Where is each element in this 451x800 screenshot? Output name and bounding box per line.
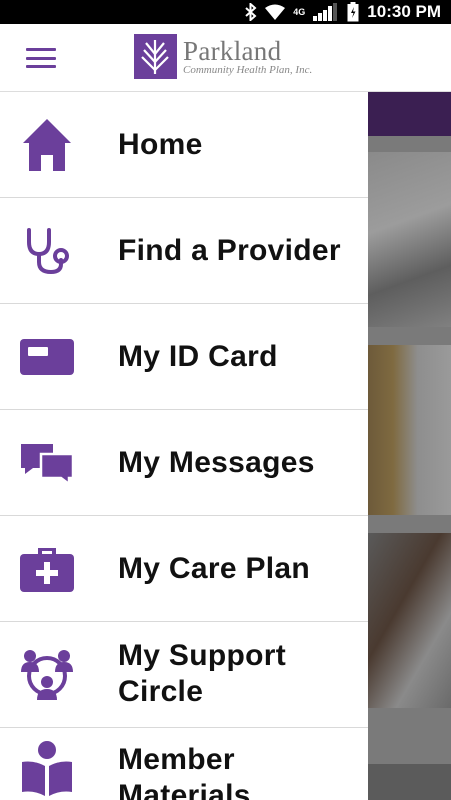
app-header: Parkland Community Health Plan, Inc.: [0, 24, 451, 92]
menu-item-home[interactable]: Home: [0, 92, 368, 198]
book-reader-icon: [18, 739, 76, 797]
status-bar: 4G 10:30 PM: [0, 0, 451, 24]
id-card-icon: [18, 328, 76, 386]
home-icon: [18, 116, 76, 174]
menu-item-label: Home: [118, 127, 203, 161]
background-footer: [368, 764, 451, 800]
menu-item-label: My ID Card: [118, 339, 278, 373]
logo-mark-icon: [134, 34, 177, 79]
background-photo-pharmacy: [368, 345, 451, 515]
wifi-icon: [265, 2, 286, 22]
menu-item-label-line2: Circle: [118, 675, 204, 708]
menu-item-member-materials[interactable]: Member Materials: [0, 728, 368, 800]
network-4g-icon: 4G: [293, 6, 306, 17]
background-photo-doctor: [368, 152, 451, 327]
support-circle-icon: [18, 646, 76, 704]
menu-item-label-line2: Materials: [118, 779, 251, 800]
navigation-drawer: Home Find a Provider My ID Card My Messa…: [0, 92, 368, 800]
menu-item-id-card[interactable]: My ID Card: [0, 304, 368, 410]
menu-item-label-line1: Member: [118, 743, 235, 776]
menu-item-find-provider[interactable]: Find a Provider: [0, 198, 368, 304]
battery-icon: [347, 2, 359, 22]
status-time: 10:30 PM: [367, 2, 441, 21]
background-photo-member: [368, 533, 451, 708]
menu-item-messages[interactable]: My Messages: [0, 410, 368, 516]
menu-item-label: Find a Provider: [118, 233, 341, 267]
menu-item-label: My Messages: [118, 445, 315, 479]
messages-icon: [18, 434, 76, 492]
menu-item-label-line1: My Support: [118, 639, 286, 672]
signal-icon: [313, 2, 339, 22]
stethoscope-icon: [18, 222, 76, 280]
hamburger-icon[interactable]: [24, 46, 58, 70]
bluetooth-icon: [245, 2, 257, 22]
menu-item-care-plan[interactable]: My Care Plan: [0, 516, 368, 622]
logo: Parkland Community Health Plan, Inc.: [134, 34, 312, 79]
medical-kit-icon: [18, 540, 76, 598]
logo-subtitle: Community Health Plan, Inc.: [183, 63, 313, 76]
background-banner: [368, 92, 451, 136]
menu-item-support-circle[interactable]: My Support Circle: [0, 622, 368, 728]
background-content: [368, 92, 451, 800]
menu-item-label: My Care Plan: [118, 551, 311, 585]
logo-name: Parkland: [183, 35, 282, 66]
